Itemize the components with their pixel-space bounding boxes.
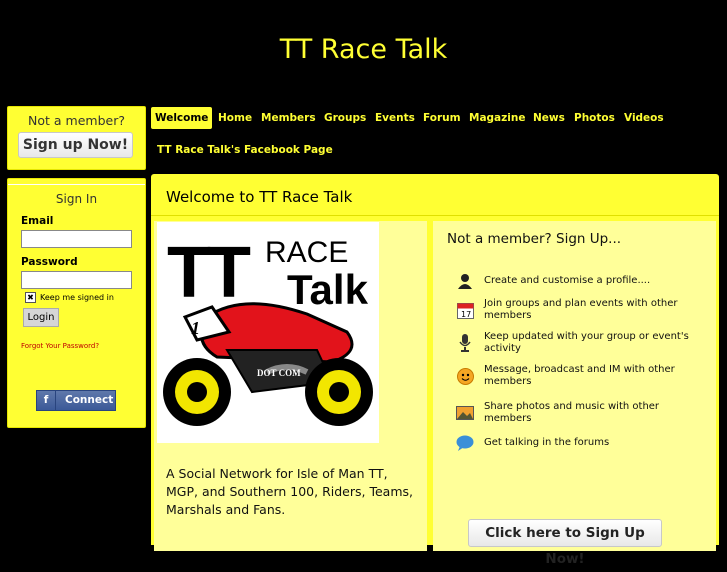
svg-text:17: 17	[461, 310, 471, 319]
feature-item: 17 Join groups and plan events with othe…	[456, 298, 701, 322]
photo-icon	[456, 404, 474, 422]
member-box: Not a member? Sign up Now!	[7, 106, 146, 170]
signin-box: Sign In Email Password ✖ Keep me signed …	[7, 178, 146, 428]
logo-text-race: RACE	[265, 236, 348, 269]
smiley-icon	[456, 367, 474, 385]
member-heading: Not a member?	[28, 113, 125, 128]
feature-text: Get talking in the forums	[484, 437, 610, 448]
feature-text: Create and customise a profile....	[484, 275, 651, 286]
nav-events[interactable]: Events	[375, 107, 415, 129]
microphone-icon	[456, 334, 474, 352]
feature-text: Share photos and music with other member…	[484, 401, 660, 424]
profile-icon	[456, 272, 474, 290]
nav-news[interactable]: News	[533, 107, 565, 129]
feature-item: Keep updated with your group or event's …	[456, 331, 701, 355]
nav-forum[interactable]: Forum	[423, 107, 461, 129]
page-title: Welcome to TT Race Talk	[166, 188, 353, 206]
keep-signed-in-label: Keep me signed in	[40, 293, 114, 302]
keep-signed-in[interactable]: ✖ Keep me signed in	[25, 292, 114, 303]
forgot-password-link[interactable]: Forgot Your Password?	[21, 342, 99, 350]
logo-text-tt: TT	[167, 233, 251, 313]
keep-signed-in-checkbox[interactable]: ✖	[25, 292, 36, 303]
feature-item: Get talking in the forums	[456, 434, 701, 452]
speech-bubble-icon	[456, 434, 474, 452]
main-content: Welcome to TT Race Talk TT RACE Talk 1 D…	[151, 174, 719, 567]
feature-text: Keep updated with your group or event's …	[484, 331, 689, 354]
site-title: TT Race Talk	[279, 34, 448, 65]
signin-heading: Sign In	[55, 192, 98, 206]
logo-text-talk: Talk	[287, 266, 369, 313]
nav-videos[interactable]: Videos	[624, 107, 664, 129]
facebook-connect-label: Connect	[65, 394, 114, 406]
nav-welcome[interactable]: Welcome	[151, 107, 213, 129]
password-field[interactable]	[21, 271, 132, 289]
site-logo: TT RACE Talk 1 DOT COM	[157, 222, 379, 443]
feature-item: Create and customise a profile....	[456, 272, 701, 290]
nav-photos[interactable]: Photos	[574, 107, 615, 129]
password-label: Password	[21, 256, 78, 268]
signup-now-button[interactable]: Click here to Sign Up Now!	[468, 519, 662, 567]
sidebar-signup-button[interactable]: Sign up Now!	[18, 132, 133, 158]
logo-plate-number: 1	[191, 318, 200, 338]
email-field[interactable]	[21, 230, 132, 248]
feature-text: Join groups and plan events with other m…	[484, 298, 678, 321]
login-button[interactable]: Login	[23, 308, 59, 327]
email-label: Email	[21, 215, 54, 227]
nav-magazine[interactable]: Magazine	[469, 107, 525, 129]
feature-text: Message, broadcast and IM with other mem…	[484, 364, 675, 387]
feature-item: Share photos and music with other member…	[456, 401, 701, 425]
logo-dot-com: DOT COM	[257, 368, 301, 378]
signup-heading: Not a member? Sign Up...	[447, 231, 622, 247]
facebook-icon: f	[37, 391, 56, 410]
nav-home[interactable]: Home	[218, 107, 252, 129]
feature-item: Message, broadcast and IM with other mem…	[456, 364, 701, 388]
divider	[151, 215, 719, 216]
calendar-icon: 17	[456, 301, 474, 319]
nav-facebook-page[interactable]: TT Race Talk's Facebook Page	[157, 139, 333, 161]
nav-members[interactable]: Members	[261, 107, 316, 129]
intro-column: TT RACE Talk 1 DOT COM A Social Network …	[154, 221, 427, 551]
nav-groups[interactable]: Groups	[324, 107, 366, 129]
facebook-connect-button[interactable]: f Connect	[36, 390, 116, 411]
divider	[8, 184, 145, 185]
intro-text: A Social Network for Isle of Man TT, MGP…	[166, 466, 413, 517]
signup-column: Not a member? Sign Up... Create and cust…	[433, 221, 716, 567]
